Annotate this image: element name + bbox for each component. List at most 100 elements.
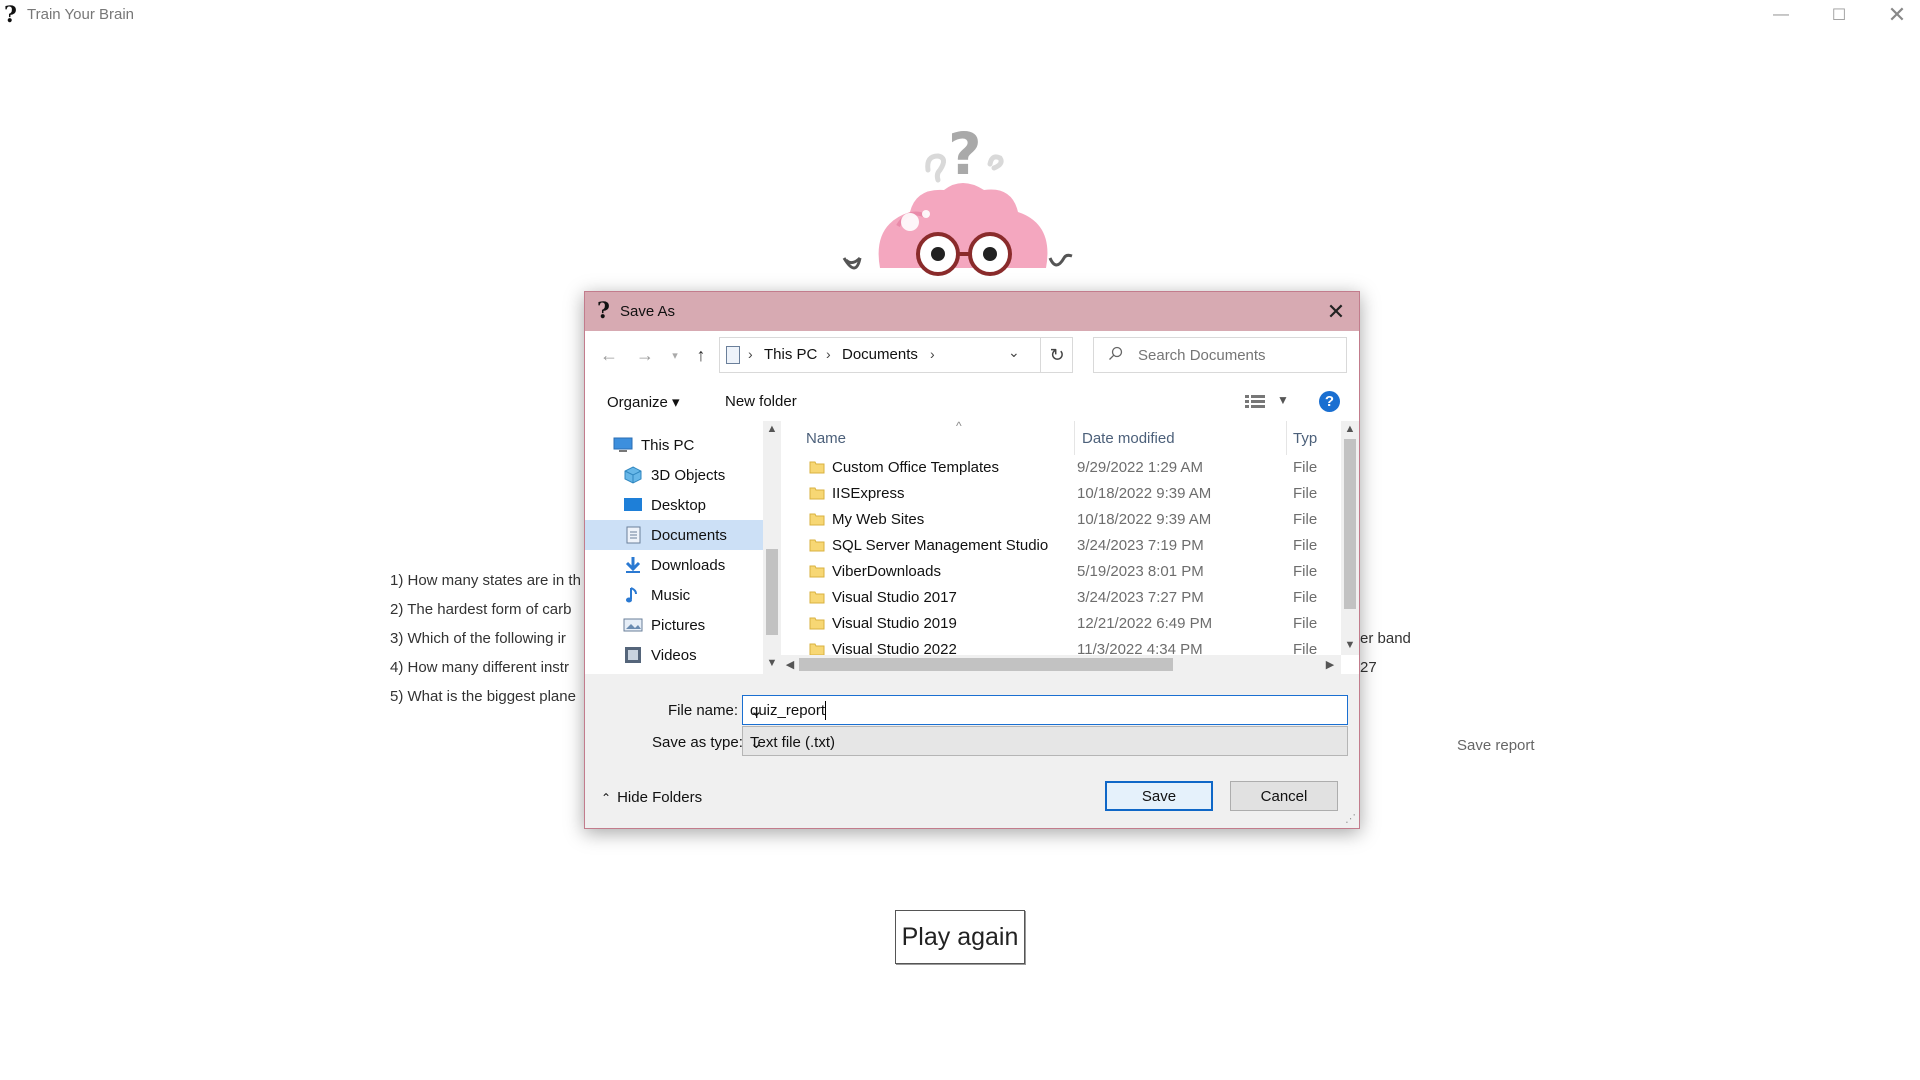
file-type: File — [1293, 537, 1318, 554]
nav-pane-scrollbar[interactable]: ▲ ▼ — [763, 421, 781, 674]
folder-icon — [809, 565, 825, 578]
navigation-bar: ← → ▾ ↑ › This PC › Documents › ⌄ ↻ — [585, 331, 1359, 381]
cancel-button[interactable]: Cancel — [1230, 781, 1338, 811]
save-as-dialog: ? Save As ✕ ← → ▾ ↑ › This PC › Document… — [584, 291, 1360, 829]
answer-fragment-4: 27 — [1360, 659, 1377, 676]
dialog-close-button[interactable]: ✕ — [1313, 292, 1359, 331]
sidebar-item-downloads[interactable]: Downloads — [623, 550, 763, 580]
scroll-up-arrow-icon[interactable]: ▲ — [763, 423, 781, 435]
file-name-input[interactable]: quiz_report ⌄ — [742, 695, 1348, 725]
file-row[interactable]: My Web Sites 10/18/2022 9:39 AM File — [781, 507, 1326, 533]
brain-mascot-image: ? — [842, 120, 1073, 276]
scroll-down-arrow-icon[interactable]: ▼ — [763, 657, 781, 669]
file-row[interactable]: SQL Server Management Studio 3/24/2023 7… — [781, 533, 1326, 559]
save-report-link[interactable]: Save report — [1457, 737, 1535, 754]
file-list-horizontal-scrollbar[interactable]: ◀ ▶ — [781, 655, 1341, 674]
save-as-type-select[interactable]: Text file (.txt) ⌄ — [742, 726, 1348, 756]
help-icon[interactable]: ? — [1319, 391, 1340, 412]
nav-pane-scroll-thumb[interactable] — [766, 549, 778, 635]
folder-icon — [809, 461, 825, 474]
sidebar-item-label: This PC — [641, 436, 695, 454]
back-arrow-icon[interactable]: ← — [597, 343, 621, 367]
sidebar-item-3d-objects[interactable]: 3D Objects — [623, 460, 763, 490]
app-question-icon: ? — [4, 2, 17, 28]
answer-fragment-3: er band — [1360, 630, 1411, 647]
sidebar-item-documents[interactable]: Documents — [585, 520, 763, 550]
app-title: Train Your Brain — [27, 6, 135, 23]
hide-folders-button[interactable]: ⌃ Hide Folders — [601, 789, 702, 806]
file-type: File — [1293, 511, 1318, 528]
breadcrumb-this-pc[interactable]: This PC — [764, 346, 817, 363]
file-date: 10/18/2022 9:39 AM — [1077, 485, 1212, 502]
sidebar-item-label: Documents — [651, 526, 727, 544]
svg-text:?: ? — [948, 120, 982, 188]
organize-menu-button[interactable]: Organize ▾ — [607, 393, 680, 411]
close-window-button[interactable]: ✕ — [1868, 0, 1920, 30]
computer-icon — [613, 437, 633, 452]
horizontal-scroll-thumb[interactable] — [799, 658, 1173, 671]
documents-icon — [626, 526, 641, 544]
view-options-chevron-icon[interactable]: ▼ — [1277, 393, 1289, 407]
address-bar[interactable]: › This PC › Documents › ⌄ ↻ — [719, 337, 1073, 373]
file-type: File — [1293, 615, 1318, 632]
scroll-down-arrow-icon[interactable]: ▼ — [1341, 639, 1359, 651]
sidebar-item-music[interactable]: Music — [623, 580, 763, 610]
column-header-name[interactable]: Name — [806, 421, 1036, 455]
folder-navigation-pane: This PC 3D Objects Desktop Documents Dow… — [585, 421, 781, 674]
search-input[interactable] — [1138, 345, 1338, 365]
sidebar-item-videos[interactable]: Videos — [623, 640, 763, 670]
recent-locations-chevron-icon[interactable]: ▾ — [663, 343, 687, 367]
file-row[interactable]: Visual Studio 2017 3/24/2023 7:27 PM Fil… — [781, 585, 1326, 611]
refresh-icon[interactable]: ↻ — [1040, 338, 1073, 372]
search-box[interactable] — [1093, 337, 1347, 373]
file-type: File — [1293, 589, 1318, 606]
file-name-history-chevron-icon[interactable]: ⌄ — [750, 702, 1341, 720]
resize-grip-icon[interactable]: ⋰ — [1345, 812, 1356, 825]
sidebar-item-pictures[interactable]: Pictures — [623, 610, 763, 640]
question-3: 3) Which of the following ir — [390, 630, 566, 647]
up-arrow-icon[interactable]: ↑ — [689, 343, 713, 367]
maximize-button[interactable]: ☐ — [1810, 0, 1868, 30]
file-row[interactable]: ViberDownloads 5/19/2023 8:01 PM File — [781, 559, 1326, 585]
question-1: 1) How many states are in th — [390, 572, 581, 589]
change-view-button[interactable]: ▼ — [1245, 391, 1293, 413]
breadcrumb-documents[interactable]: Documents — [842, 346, 918, 363]
app-titlebar: ? Train Your Brain — ☐ ✕ — [0, 0, 1920, 30]
forward-arrow-icon[interactable]: → — [633, 343, 657, 367]
column-divider[interactable] — [1074, 421, 1075, 455]
folder-icon — [809, 513, 825, 526]
save-as-type-label: Save as type: — [652, 734, 743, 751]
file-date: 3/24/2023 7:19 PM — [1077, 537, 1204, 554]
file-row[interactable]: Visual Studio 2019 12/21/2022 6:49 PM Fi… — [781, 611, 1326, 637]
file-row[interactable]: IISExpress 10/18/2022 9:39 AM File — [781, 481, 1326, 507]
folder-icon — [809, 617, 825, 630]
column-divider[interactable] — [1286, 421, 1287, 455]
file-date: 11/3/2022 4:34 PM — [1077, 641, 1203, 655]
sidebar-item-this-pc[interactable]: This PC — [613, 430, 763, 460]
file-list-vertical-scrollbar[interactable]: ▲ ▼ — [1341, 421, 1359, 655]
save-button[interactable]: Save — [1105, 781, 1213, 811]
file-name: Visual Studio 2019 — [832, 615, 957, 632]
quiz-question-list: 1) How many states are in th 2) The hard… — [390, 572, 581, 717]
play-again-button[interactable]: Play again — [895, 910, 1025, 964]
file-row[interactable]: Visual Studio 2022 11/3/2022 4:34 PM Fil… — [781, 637, 1326, 655]
sidebar-item-label: Downloads — [651, 556, 726, 574]
address-history-chevron-icon[interactable]: ⌄ — [1008, 344, 1020, 361]
file-name: IISExpress — [832, 485, 905, 502]
file-row[interactable]: Custom Office Templates 9/29/2022 1:29 A… — [781, 455, 1326, 481]
breadcrumb-separator-icon: › — [748, 346, 753, 362]
column-header-date-modified[interactable]: Date modified — [1082, 421, 1252, 455]
sidebar-item-label: Music — [651, 586, 691, 604]
minimize-button[interactable]: — — [1752, 0, 1810, 30]
dialog-toolbar: Organize ▾ New folder ▼ ? — [585, 381, 1359, 421]
breadcrumb-separator-icon: › — [930, 346, 935, 362]
scroll-left-arrow-icon[interactable]: ◀ — [781, 658, 799, 671]
column-header-type[interactable]: Typ — [1293, 421, 1333, 455]
vertical-scroll-thumb[interactable] — [1344, 439, 1356, 609]
scroll-up-arrow-icon[interactable]: ▲ — [1341, 423, 1359, 435]
dialog-titlebar: ? Save As ✕ — [585, 292, 1359, 331]
file-type: File — [1293, 459, 1318, 476]
new-folder-button[interactable]: New folder — [725, 393, 797, 410]
scroll-right-arrow-icon[interactable]: ▶ — [1321, 658, 1339, 671]
sidebar-item-desktop[interactable]: Desktop — [623, 490, 763, 520]
